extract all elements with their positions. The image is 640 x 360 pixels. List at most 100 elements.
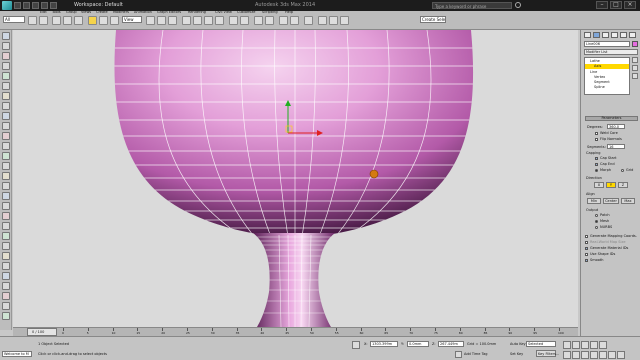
- pin-stack-icon[interactable]: [632, 57, 638, 63]
- smooth-checkbox[interactable]: [585, 259, 588, 262]
- pan-view-icon[interactable]: [599, 351, 607, 359]
- tool-icon-17[interactable]: [2, 192, 10, 200]
- cap-end-checkbox[interactable]: [595, 163, 598, 166]
- align-max-button[interactable]: Max: [621, 198, 635, 204]
- generate-material-ids-checkbox[interactable]: [585, 247, 588, 250]
- selection-lock-icon[interactable]: [352, 341, 360, 349]
- undo-icon[interactable]: [28, 16, 37, 25]
- go-to-end-icon[interactable]: [599, 341, 607, 349]
- tool-icon-28[interactable]: [2, 302, 10, 310]
- menu-scripting[interactable]: Scripting: [262, 10, 278, 14]
- modifier-list-dropdown[interactable]: Modifier List: [584, 49, 638, 55]
- x-coord-field[interactable]: 1303.399m: [370, 341, 398, 347]
- schematic-view-icon[interactable]: [290, 16, 299, 25]
- set-key-label[interactable]: Set Key: [510, 352, 523, 356]
- object-name-field[interactable]: Line006: [584, 41, 630, 47]
- curve-editor-icon[interactable]: [279, 16, 288, 25]
- stack-item-axis[interactable]: Axis: [585, 64, 629, 69]
- minimize-button[interactable]: –: [596, 1, 608, 9]
- tool-icon-5[interactable]: [2, 72, 10, 80]
- add-time-tag-label[interactable]: Add Time Tag: [464, 352, 488, 356]
- tool-icon-16[interactable]: [2, 182, 10, 190]
- time-slider-handle[interactable]: 0 / 100: [27, 328, 57, 336]
- tool-icon-21[interactable]: [2, 232, 10, 240]
- utilities-tab-icon[interactable]: [629, 32, 636, 38]
- undo-set-dropdown[interactable]: All: [3, 16, 25, 23]
- tool-icon-18[interactable]: [2, 202, 10, 210]
- tool-icon-6[interactable]: [2, 82, 10, 90]
- tool-icon-3[interactable]: [2, 52, 10, 60]
- create-tab-icon[interactable]: [584, 32, 591, 38]
- tool-icon-9[interactable]: [2, 112, 10, 120]
- zoom-all-icon[interactable]: [572, 351, 580, 359]
- tool-icon-25[interactable]: [2, 272, 10, 280]
- maximize-viewport-icon[interactable]: [617, 351, 625, 359]
- tool-icon-19[interactable]: [2, 212, 10, 220]
- y-coord-field[interactable]: 0.0mm: [407, 341, 429, 347]
- go-to-start-icon[interactable]: [563, 341, 571, 349]
- add-time-tag-icon[interactable]: [455, 351, 462, 358]
- morph-radio[interactable]: [595, 169, 598, 172]
- tool-icon-27[interactable]: [2, 292, 10, 300]
- menu-create[interactable]: Create: [96, 10, 108, 14]
- select-link-icon[interactable]: [52, 16, 61, 25]
- tool-icon-12[interactable]: [2, 142, 10, 150]
- flip-normals-checkbox[interactable]: [595, 138, 598, 141]
- spinner-snap-icon[interactable]: [215, 16, 224, 25]
- field-of-view-icon[interactable]: [590, 351, 598, 359]
- tool-icon-22[interactable]: [2, 242, 10, 250]
- auto-key-label[interactable]: Auto Key: [510, 342, 526, 346]
- segments-spinner[interactable]: 16: [607, 144, 625, 149]
- tool-icon-1[interactable]: [2, 32, 10, 40]
- mirror-icon[interactable]: [229, 16, 238, 25]
- wineglass-mesh[interactable]: [13, 30, 578, 327]
- motion-tab-icon[interactable]: [611, 32, 618, 38]
- material-editor-icon[interactable]: [304, 16, 313, 25]
- menu-tools[interactable]: Tools: [52, 10, 61, 14]
- direction-z-button[interactable]: Z: [618, 182, 628, 188]
- remove-modifier-icon[interactable]: [632, 65, 638, 71]
- select-by-name-icon[interactable]: [99, 16, 108, 25]
- direction-y-button[interactable]: Y: [606, 182, 616, 188]
- app-logo-icon[interactable]: [2, 1, 12, 10]
- key-filters-button[interactable]: Key Filters...: [536, 350, 559, 357]
- render-production-icon[interactable]: [340, 16, 349, 25]
- tool-icon-15[interactable]: [2, 172, 10, 180]
- modify-tab-icon[interactable]: [593, 32, 600, 38]
- parameters-rollout-header[interactable]: Parameters: [585, 116, 638, 121]
- display-tab-icon[interactable]: [620, 32, 627, 38]
- menu-graph-editors[interactable]: Graph Editors: [157, 10, 181, 14]
- align-min-button[interactable]: Min: [587, 198, 601, 204]
- stack-item-spline[interactable]: Spline: [585, 85, 629, 90]
- tool-icon-8[interactable]: [2, 102, 10, 110]
- menu-rendering[interactable]: Rendering: [188, 10, 206, 14]
- real-world-map-checkbox[interactable]: [585, 241, 588, 244]
- search-icon[interactable]: [515, 2, 521, 8]
- menu-modifiers[interactable]: Modifiers: [113, 10, 129, 14]
- rendered-frame-window-icon[interactable]: [329, 16, 338, 25]
- menu-customize[interactable]: Customize: [237, 10, 255, 14]
- close-button[interactable]: ×: [624, 1, 636, 9]
- tool-icon-29[interactable]: [2, 312, 10, 320]
- grid-radio[interactable]: [621, 169, 624, 172]
- tool-icon-11[interactable]: [2, 132, 10, 140]
- align-icon[interactable]: [240, 16, 249, 25]
- maximize-button[interactable]: □: [610, 1, 622, 9]
- zoom-extents-icon[interactable]: [581, 351, 589, 359]
- graphite-tools-icon[interactable]: [265, 16, 274, 25]
- tool-icon-26[interactable]: [2, 282, 10, 290]
- nurbs-radio[interactable]: [595, 226, 598, 229]
- snaps-toggle-icon[interactable]: [182, 16, 191, 25]
- tool-icon-20[interactable]: [2, 222, 10, 230]
- select-rotate-icon[interactable]: [146, 16, 155, 25]
- mesh-radio[interactable]: [595, 220, 598, 223]
- patch-radio[interactable]: [595, 214, 598, 217]
- menu-civil-view[interactable]: Civil View: [215, 10, 232, 14]
- previous-frame-icon[interactable]: [572, 341, 580, 349]
- select-object-icon[interactable]: [88, 16, 97, 25]
- menu-animation[interactable]: Animation: [134, 10, 152, 14]
- redo-icon[interactable]: [39, 16, 48, 25]
- angle-snap-icon[interactable]: [193, 16, 202, 25]
- cap-start-checkbox[interactable]: [595, 157, 598, 160]
- align-center-button[interactable]: Center: [603, 198, 619, 204]
